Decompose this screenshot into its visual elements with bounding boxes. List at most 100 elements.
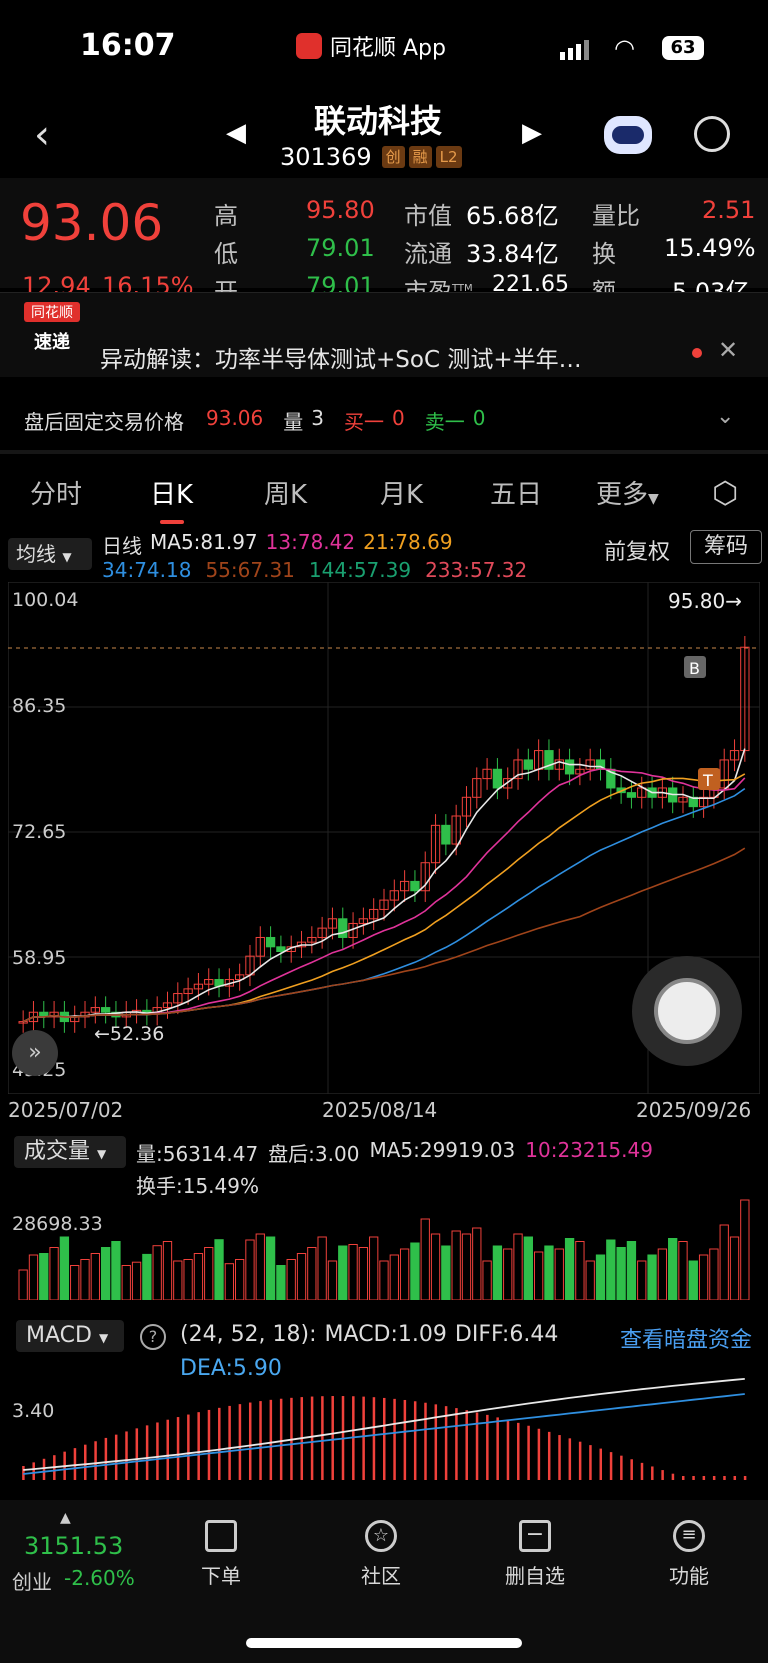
volume-bar <box>709 1248 719 1300</box>
macd-bar <box>114 1434 118 1480</box>
macd-bar <box>248 1402 252 1480</box>
next-stock-button[interactable]: ▶ <box>522 118 542 148</box>
volume-bar <box>348 1244 358 1300</box>
macd-bar <box>372 1397 376 1480</box>
expand-button[interactable]: » <box>12 1030 58 1076</box>
stock-code: 301369 <box>280 143 372 171</box>
nav-order[interactable]: 下单 <box>176 1520 266 1589</box>
macd-bar <box>94 1441 97 1480</box>
macd-bar <box>537 1428 541 1480</box>
volume-bar <box>451 1230 461 1300</box>
status-time: 16:07 <box>80 28 176 63</box>
volume-bar <box>492 1245 503 1300</box>
adjust-button[interactable]: 前复权 <box>604 534 670 566</box>
macd-bar <box>42 1458 46 1480</box>
macd-bar <box>413 1401 417 1480</box>
close-icon[interactable]: ✕ <box>718 336 738 364</box>
volume-bar <box>606 1239 616 1300</box>
macd-bar <box>599 1448 603 1480</box>
tab-weekly-k[interactable]: 周K <box>264 474 307 511</box>
volume-bar <box>39 1253 49 1300</box>
app-logo-icon <box>296 33 322 59</box>
b-marker: B <box>684 656 706 678</box>
y-tick-4: 58.95 <box>12 947 66 969</box>
volume-bar <box>503 1248 513 1300</box>
nav-community[interactable]: ☆ 社区 <box>336 1520 426 1589</box>
tab-intraday[interactable]: 分时 <box>30 474 82 511</box>
macd-bar <box>279 1398 283 1480</box>
volume-bar <box>286 1259 296 1300</box>
macd-bar <box>434 1404 438 1480</box>
badge-margin: 融 <box>408 146 432 168</box>
help-icon[interactable]: ? <box>140 1324 166 1350</box>
prev-stock-button[interactable]: ◀ <box>226 118 246 148</box>
candle <box>626 792 637 798</box>
macd-bar <box>465 1410 468 1480</box>
macd-bar <box>176 1417 180 1480</box>
macd-selector[interactable]: MACD ▼ <box>16 1320 124 1352</box>
volume-bar <box>49 1247 59 1300</box>
macd-bar <box>496 1417 499 1480</box>
volume-bar <box>678 1241 688 1300</box>
index-up-arrow-icon: ▲ <box>60 1510 71 1526</box>
macd-bar <box>733 1476 737 1480</box>
volume-bar <box>245 1239 255 1300</box>
tab-more[interactable]: 更多▼ <box>596 474 659 511</box>
dark-pool-link[interactable]: 查看暗盘资金 <box>620 1322 752 1354</box>
ma-legend-row2: 34:74.18 55:67.31 144:57.39 233:57.32 <box>102 558 528 582</box>
macd-bar <box>620 1455 623 1480</box>
volume-bar <box>338 1245 348 1300</box>
macd-bar <box>238 1404 242 1480</box>
volume-bar <box>647 1254 657 1300</box>
news-text[interactable]: 异动解读：功率半导体测试+SoC 测试+半年… <box>100 340 582 374</box>
value-float: 33.84亿 <box>466 240 559 268</box>
volume-bar <box>152 1245 162 1300</box>
volume-bar <box>111 1241 121 1300</box>
volume-bar <box>482 1260 492 1300</box>
volume-bar <box>430 1233 441 1300</box>
badge-gem: 创 <box>381 146 405 168</box>
macd-bar <box>197 1412 200 1480</box>
volume-bar <box>554 1248 564 1300</box>
volume-bar <box>389 1254 399 1300</box>
ma-selector[interactable]: 均线 ▼ <box>8 538 92 570</box>
volume-bar <box>358 1247 369 1300</box>
search-icon[interactable] <box>694 116 730 152</box>
label-float: 流通 <box>404 240 452 268</box>
macd-bar <box>444 1406 448 1480</box>
settings-hex-icon[interactable]: ⬡ <box>712 476 738 511</box>
chevron-down-icon[interactable]: ⌄ <box>716 404 734 429</box>
macd-bar <box>702 1476 706 1480</box>
volume-selector[interactable]: 成交量 ▼ <box>14 1136 126 1168</box>
nav-remove-watchlist[interactable]: − 删自选 <box>490 1520 580 1589</box>
index-name: 创业 <box>12 1570 52 1594</box>
divider <box>0 450 768 454</box>
candle <box>338 918 348 938</box>
tab-five-day[interactable]: 五日 <box>490 474 542 511</box>
macd-bar <box>331 1396 334 1480</box>
macd-bar <box>393 1398 396 1480</box>
volume-bar <box>327 1260 338 1300</box>
chips-button[interactable]: 筹码 <box>690 530 762 564</box>
community-star-icon: ☆ <box>365 1520 397 1552</box>
macd-bar <box>527 1425 530 1480</box>
volume-bar <box>523 1236 533 1300</box>
volume-bar <box>18 1269 28 1300</box>
volume-bar <box>513 1233 523 1300</box>
tab-daily-k[interactable]: 日K <box>150 474 193 511</box>
index-value[interactable]: 3151.53 <box>24 1532 123 1560</box>
nav-functions[interactable]: ≡ 功能 <box>644 1520 734 1589</box>
home-indicator <box>246 1638 522 1648</box>
macd-bar <box>589 1445 592 1480</box>
robot-assistant-icon[interactable] <box>604 116 652 154</box>
back-button[interactable]: ‹ <box>34 112 50 158</box>
after-hours-row[interactable]: 盘后固定交易价格 93.06 量 3 买一 0 卖一 0 <box>24 406 485 435</box>
floating-assist-button[interactable] <box>632 956 742 1066</box>
label-low: 低 <box>214 240 238 268</box>
macd-bar <box>486 1414 489 1480</box>
volume-bar <box>698 1254 709 1300</box>
tab-monthly-k[interactable]: 月K <box>380 474 423 511</box>
signal-icon <box>560 38 589 60</box>
label-mktcap: 市值 <box>404 202 452 230</box>
macd-bar <box>218 1407 221 1480</box>
